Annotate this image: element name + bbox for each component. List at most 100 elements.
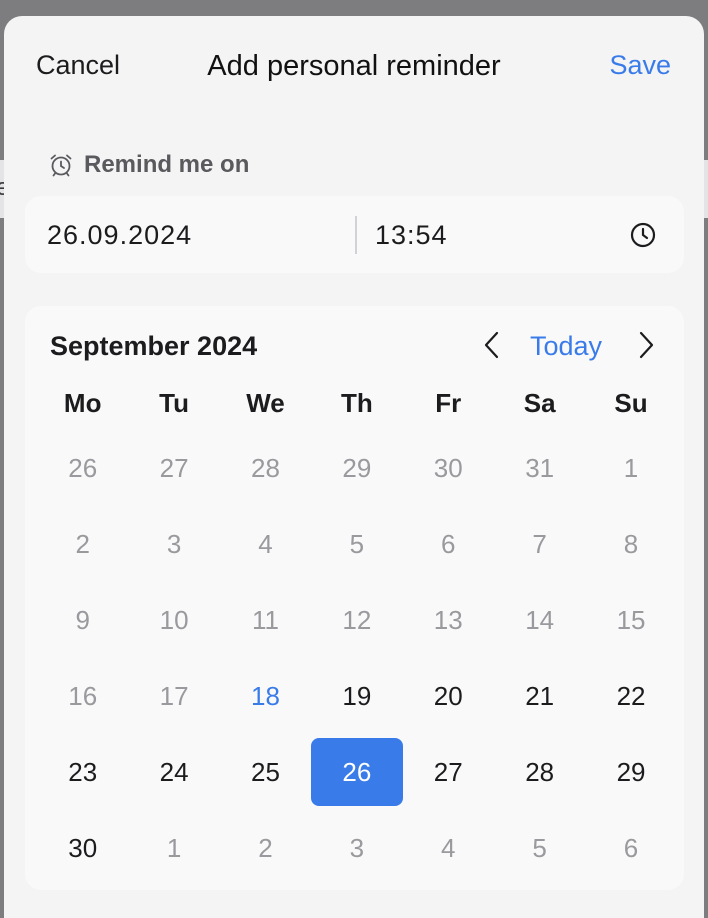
day-number: 11 bbox=[251, 604, 279, 635]
day-number: 9 bbox=[75, 604, 90, 635]
datetime-picker: 26.09.2024 13:54 bbox=[25, 196, 684, 273]
day-cell[interactable]: 24 bbox=[128, 734, 219, 810]
day-cell[interactable]: 29 bbox=[311, 430, 402, 506]
day-cell[interactable]: 8 bbox=[585, 506, 676, 582]
day-cell[interactable]: 12 bbox=[311, 582, 402, 658]
month-label: September 2024 bbox=[50, 331, 258, 361]
date-field[interactable]: 26.09.2024 bbox=[47, 220, 192, 251]
day-number: 14 bbox=[525, 604, 555, 635]
day-number: 5 bbox=[349, 528, 365, 559]
day-cell[interactable]: 3 bbox=[128, 506, 219, 582]
day-cell[interactable]: 5 bbox=[311, 506, 402, 582]
day-number: 2 bbox=[75, 528, 90, 559]
nav-bar: Cancel Add personal reminder Save bbox=[4, 16, 704, 116]
day-cell[interactable]: 9 bbox=[37, 582, 128, 658]
day-cell-today[interactable]: 18 bbox=[220, 658, 311, 734]
day-number: 5 bbox=[532, 832, 547, 863]
day-number: 7 bbox=[532, 528, 547, 559]
day-number: 1 bbox=[623, 452, 639, 483]
day-cell[interactable]: 11 bbox=[220, 582, 311, 658]
day-cell[interactable]: 6 bbox=[403, 506, 494, 582]
clock-icon[interactable] bbox=[627, 219, 659, 251]
day-cell[interactable]: 17 bbox=[128, 658, 219, 734]
day-cell[interactable]: 5 bbox=[494, 810, 585, 886]
day-cell[interactable]: 30 bbox=[403, 430, 494, 506]
day-cell[interactable]: 7 bbox=[494, 506, 585, 582]
day-cell[interactable]: 22 bbox=[585, 658, 676, 734]
day-number: 3 bbox=[166, 528, 182, 559]
day-number: 24 bbox=[159, 756, 189, 787]
add-reminder-sheet: Cancel Add personal reminder Save Remind… bbox=[4, 16, 704, 918]
day-cell[interactable]: 28 bbox=[494, 734, 585, 810]
chevron-right-icon[interactable] bbox=[631, 328, 661, 362]
weekday-label: Mo bbox=[63, 388, 102, 418]
day-number: 4 bbox=[441, 832, 456, 863]
day-number: 8 bbox=[623, 528, 639, 559]
day-number: 26 bbox=[342, 756, 372, 787]
day-cell[interactable]: 20 bbox=[403, 658, 494, 734]
day-number: 27 bbox=[159, 452, 189, 483]
day-number: 27 bbox=[433, 756, 463, 787]
weekday-header-row: Mo Tu We Th Fr Sa Su bbox=[37, 388, 677, 424]
day-number: 13 bbox=[433, 604, 463, 635]
day-cell[interactable]: 16 bbox=[37, 658, 128, 734]
day-number: 16 bbox=[68, 680, 98, 711]
day-number: 29 bbox=[342, 452, 372, 483]
day-number: 19 bbox=[342, 680, 372, 711]
day-number: 26 bbox=[68, 452, 98, 483]
day-cell[interactable]: 6 bbox=[585, 810, 676, 886]
day-cell[interactable]: 29 bbox=[585, 734, 676, 810]
day-number: 4 bbox=[258, 528, 273, 559]
alarm-clock-icon bbox=[50, 154, 72, 177]
day-number: 22 bbox=[616, 680, 646, 711]
day-cell[interactable]: 4 bbox=[403, 810, 494, 886]
day-cell[interactable]: 2 bbox=[220, 810, 311, 886]
weekday-label: Sa bbox=[523, 388, 556, 418]
day-cell[interactable]: 31 bbox=[494, 430, 585, 506]
day-cell[interactable]: 15 bbox=[585, 582, 676, 658]
day-cell[interactable]: 26 bbox=[37, 430, 128, 506]
day-cell[interactable]: 25 bbox=[220, 734, 311, 810]
weekday-label: We bbox=[246, 388, 285, 418]
day-number: 1 bbox=[166, 832, 182, 863]
day-number: 20 bbox=[433, 680, 463, 711]
day-cell[interactable]: 14 bbox=[494, 582, 585, 658]
weekday-label: Su bbox=[614, 388, 648, 418]
chevron-left-icon[interactable] bbox=[477, 328, 507, 362]
day-number: 6 bbox=[623, 832, 639, 863]
day-number: 23 bbox=[68, 756, 98, 787]
day-number: 30 bbox=[433, 452, 463, 483]
day-number: 28 bbox=[251, 452, 280, 483]
sheet-title: Add personal reminder bbox=[207, 50, 501, 82]
day-cell[interactable]: 30 bbox=[37, 810, 128, 886]
day-cell[interactable]: 23 bbox=[37, 734, 128, 810]
day-cell[interactable]: 2 bbox=[37, 506, 128, 582]
day-number: 10 bbox=[159, 604, 189, 635]
day-cell[interactable]: 21 bbox=[494, 658, 585, 734]
day-number: 25 bbox=[251, 756, 280, 787]
day-cell[interactable]: 4 bbox=[220, 506, 311, 582]
day-cell[interactable]: 19 bbox=[311, 658, 402, 734]
weekday-label: Tu bbox=[159, 388, 189, 418]
time-field[interactable]: 13:54 bbox=[375, 220, 448, 251]
day-number: 31 bbox=[525, 452, 555, 483]
day-number: 17 bbox=[159, 680, 189, 711]
remind-me-on-label: Remind me on bbox=[84, 151, 250, 178]
day-number: 12 bbox=[342, 604, 372, 635]
day-cell[interactable]: 13 bbox=[403, 582, 494, 658]
day-cell[interactable]: 1 bbox=[585, 430, 676, 506]
day-cell[interactable]: 1 bbox=[128, 810, 219, 886]
day-cell[interactable]: 10 bbox=[128, 582, 219, 658]
day-cell[interactable]: 27 bbox=[128, 430, 219, 506]
day-cell[interactable]: 3 bbox=[311, 810, 402, 886]
remind-me-on-header: Remind me on bbox=[48, 149, 249, 181]
day-number: 21 bbox=[525, 680, 555, 711]
day-grid: 26 27 28 29 30 31 1 2 3 4 5 6 7 8 9 10 11 12 13 14 15 16 17 18 1… bbox=[37, 430, 677, 886]
save-button[interactable]: Save bbox=[609, 50, 671, 81]
weekday-label: Th bbox=[340, 388, 373, 418]
day-cell-selected[interactable]: 26 bbox=[311, 734, 404, 810]
day-cell[interactable]: 28 bbox=[220, 430, 311, 506]
today-button[interactable]: Today bbox=[530, 331, 602, 362]
day-number: 15 bbox=[616, 604, 646, 635]
day-cell[interactable]: 27 bbox=[403, 734, 494, 810]
